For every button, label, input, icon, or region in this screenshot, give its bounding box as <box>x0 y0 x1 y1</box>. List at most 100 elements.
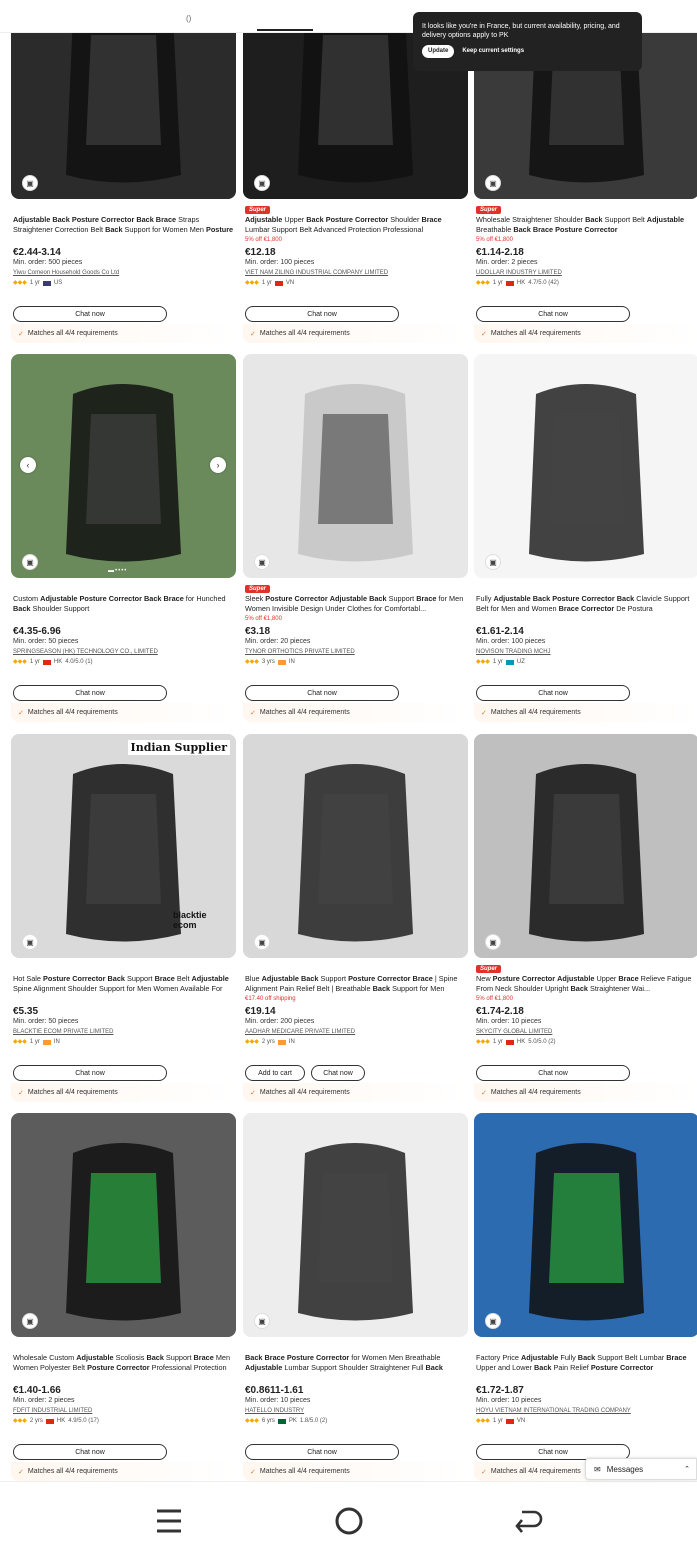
product-title[interactable]: Adjustable Upper Back Posture Corrector … <box>245 215 466 235</box>
image-search-icon[interactable]: ▣ <box>22 175 38 191</box>
product-image[interactable]: ▣ <box>243 734 468 958</box>
supplier-country: US <box>53 280 63 286</box>
supplier-meta: ◆◆◆ 2 yrs HK 4.9/5.0 (17) <box>13 1416 234 1426</box>
product-price: €2.44-3.14 <box>13 247 61 258</box>
product-photo <box>298 764 413 942</box>
requirements-bar: ✓ Matches all 4/4 requirements <box>11 324 236 343</box>
product-price: €1.74-2.18 <box>476 1006 524 1017</box>
image-search-icon[interactable]: ▣ <box>254 554 270 570</box>
home-icon[interactable] <box>334 1506 364 1536</box>
chat-now-button[interactable]: Chat now <box>476 1065 630 1081</box>
chat-now-button[interactable]: Chat now <box>13 685 167 701</box>
product-image[interactable]: ▣ <box>243 354 468 578</box>
min-order: Min. order: 2 pieces <box>476 259 538 266</box>
product-title[interactable]: Blue Adjustable Back Support Posture Cor… <box>245 974 466 994</box>
supplier-years: 1 yr <box>492 1418 503 1424</box>
image-search-icon[interactable]: ▣ <box>22 1313 38 1329</box>
product-photo <box>66 1143 181 1321</box>
product-title[interactable]: Fully Adjustable Back Posture Corrector … <box>476 594 697 614</box>
product-image[interactable]: ‹ › ▬•••• ▣ <box>11 354 236 578</box>
supplier-years: 1 yr <box>29 1039 40 1045</box>
menu-icon[interactable] <box>154 1506 184 1536</box>
product-image[interactable]: ▣ <box>474 354 697 578</box>
image-search-icon[interactable]: ▣ <box>485 934 501 950</box>
chat-now-button[interactable]: Chat now <box>245 1444 399 1460</box>
product-title[interactable]: Custom Adjustable Posture Corrector Back… <box>13 594 234 614</box>
image-search-icon[interactable]: ▣ <box>22 934 38 950</box>
product-title[interactable]: Wholesale Custom Adjustable Scoliosis Ba… <box>13 1353 234 1373</box>
product-title[interactable]: Sleek Posture Corrector Adjustable Back … <box>245 594 466 614</box>
product-image[interactable]: ▣ <box>243 1113 468 1337</box>
messages-label: Messages <box>606 1464 644 1474</box>
requirements-text: Matches all 4/4 requirements <box>259 1468 350 1475</box>
supplier-link[interactable]: SKYCITY GLOBAL LIMITED <box>476 1027 697 1037</box>
supplier-years: 1 yr <box>492 280 503 286</box>
image-search-icon[interactable]: ▣ <box>254 1313 270 1329</box>
chevron-up-icon[interactable]: ⌃ <box>684 1465 690 1473</box>
supplier-years: 3 yrs <box>261 659 275 665</box>
image-search-icon[interactable]: ▣ <box>485 1313 501 1329</box>
promo-text: 5% off €1,800 <box>245 237 282 243</box>
product-image[interactable]: ▣ <box>11 1113 236 1337</box>
supplier-link[interactable]: BLACKTIE ECOM PRIVATE LIMITED <box>13 1027 234 1037</box>
supplier-meta: ◆◆◆ 1 yr HK 5.0/5.0 (2) <box>476 1037 697 1047</box>
product-title[interactable]: Back Brace Posture Corrector for Women M… <box>245 1353 466 1373</box>
messages-button[interactable]: ✉ Messages ⌃ <box>585 1458 697 1480</box>
supplier-link[interactable]: VIET NAM ZILING INDUSTRIAL COMPANY LIMIT… <box>245 268 466 278</box>
product-title[interactable]: New Posture Corrector Adjustable Upper B… <box>476 974 697 994</box>
requirements-bar: ✓ Matches all 4/4 requirements <box>243 1083 468 1102</box>
product-image[interactable]: ▣ <box>474 1113 697 1337</box>
supplier-link[interactable]: TYNOR ORTHOTICS PRIVATE LIMITED <box>245 647 466 657</box>
supplier-link[interactable]: AADHAR MEDICARE PRIVATE LIMITED <box>245 1027 466 1037</box>
supplier-country: HK <box>56 1418 66 1424</box>
prev-image-arrow[interactable]: ‹ <box>20 457 36 473</box>
product-title[interactable]: Factory Price Adjustable Fully Back Supp… <box>476 1353 697 1373</box>
image-search-icon[interactable]: ▣ <box>22 554 38 570</box>
image-search-icon[interactable]: ▣ <box>254 934 270 950</box>
promo-text <box>476 614 697 624</box>
chat-now-button[interactable]: Chat now <box>13 1444 167 1460</box>
image-search-icon[interactable]: ▣ <box>485 554 501 570</box>
back-icon[interactable] <box>514 1506 544 1536</box>
chat-now-button[interactable]: Chat now <box>476 306 630 322</box>
image-search-icon[interactable]: ▣ <box>485 175 501 191</box>
keep-settings-button[interactable]: Keep current settings <box>462 47 524 56</box>
flag-icon <box>505 280 514 286</box>
product-image[interactable]: ▣ <box>474 734 697 958</box>
supplier-meta: ◆◆◆ 3 yrs IN <box>245 657 466 667</box>
supplier-link[interactable]: NOVISON TRADING MCHJ <box>476 647 697 657</box>
product-title[interactable]: Adjustable Back Posture Corrector Back B… <box>13 215 234 235</box>
supplier-meta: ◆◆◆ 1 yr VN <box>245 278 466 288</box>
flag-icon <box>274 280 283 286</box>
supplier-link[interactable]: UDOLLAR INDUSTRY LIMITED <box>476 268 697 278</box>
supplier-level-icon: ◆◆◆ <box>245 1418 259 1424</box>
message-icon: ✉ <box>594 1464 601 1474</box>
supplier-link[interactable]: FDFIT INDUSTRIAL LIMITED <box>13 1406 234 1416</box>
supplier-years: 1 yr <box>261 280 272 286</box>
next-image-arrow[interactable]: › <box>210 457 226 473</box>
chat-now-button[interactable]: Chat now <box>476 685 630 701</box>
update-button[interactable]: Update <box>422 45 455 58</box>
supplier-link[interactable]: HATELLO INDUSTRY <box>245 1406 466 1416</box>
supplier-level-icon: ◆◆◆ <box>245 1039 259 1045</box>
chat-now-button[interactable]: Chat now <box>13 1065 167 1081</box>
supplier-link[interactable]: SPRINGSEASON (HK) TECHNOLOGY CO., LIMITE… <box>13 647 234 657</box>
supplier-link[interactable]: HOYU VIETNAM INTERNATIONAL TRADING COMPA… <box>476 1406 697 1416</box>
supplier-level-icon: ◆◆◆ <box>245 280 259 286</box>
product-title[interactable]: Hot Sale Posture Corrector Back Support … <box>13 974 234 994</box>
add-to-cart-button[interactable]: Add to cart <box>245 1065 305 1081</box>
product-photo <box>529 384 644 562</box>
chat-now-button[interactable]: Chat now <box>311 1065 365 1081</box>
supplier-level-icon: ◆◆◆ <box>245 659 259 665</box>
product-title[interactable]: Wholesale Straightener Shoulder Back Sup… <box>476 215 697 235</box>
min-order: Min. order: 500 pieces <box>13 259 83 266</box>
chat-now-button[interactable]: Chat now <box>245 685 399 701</box>
chat-now-button[interactable]: Chat now <box>245 306 399 322</box>
requirements-bar: ✓ Matches all 4/4 requirements <box>474 703 697 722</box>
product-image[interactable]: Indian Supplier blacktie ecom ▣ <box>11 734 236 958</box>
image-search-icon[interactable]: ▣ <box>254 175 270 191</box>
chat-now-button[interactable]: Chat now <box>13 306 167 322</box>
supplier-link[interactable]: Yiwu Comeon Household Goods Co Ltd <box>13 268 234 278</box>
supplier-meta: ◆◆◆ 6 yrs PK 1.8/5.0 (2) <box>245 1416 466 1426</box>
promo-text <box>13 614 234 624</box>
